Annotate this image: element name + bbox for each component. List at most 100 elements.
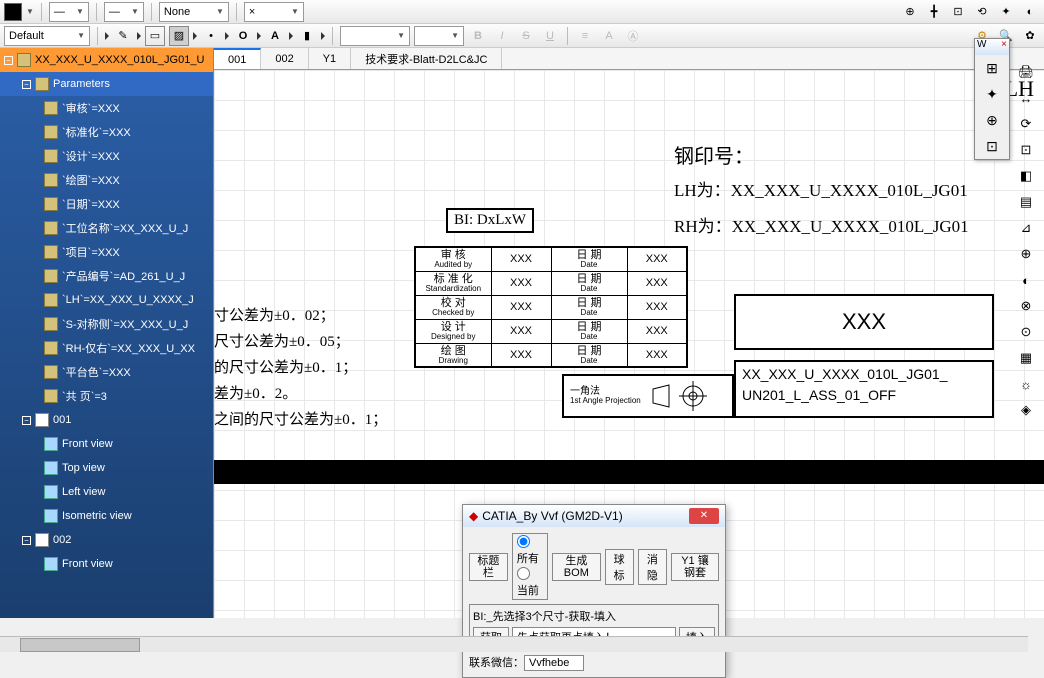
tree-param[interactable]: `RH-仅右`=XX_XXX_U_XX — [0, 336, 213, 360]
title-block: 审 核Audited byXXX日 期DateXXX标 准 化Standardi… — [414, 246, 688, 368]
tree-view[interactable]: Top view — [0, 456, 213, 480]
tb-icon[interactable]: ◈ — [1014, 398, 1038, 422]
tree-sheet[interactable]: −001 — [0, 408, 213, 432]
strike-icon[interactable]: S — [516, 26, 536, 46]
tree-param[interactable]: `审核`=XXX — [0, 96, 213, 120]
tree-param[interactable]: `平台色`=XXX — [0, 360, 213, 384]
close-icon[interactable]: × — [1001, 39, 1007, 55]
frame-icon[interactable]: Ⓐ — [623, 26, 643, 46]
tree-root[interactable]: −XX_XXX_U_XXXX_010L_JG01_U — [0, 48, 213, 72]
tree-view[interactable]: Left view — [0, 480, 213, 504]
panel-icon[interactable]: ⊡ — [975, 133, 1009, 159]
hide-button[interactable]: 消隐 — [638, 549, 667, 585]
hatched-icon[interactable]: ▨ — [169, 26, 189, 46]
circle-icon[interactable]: O — [233, 26, 253, 46]
tree-param[interactable]: `日期`=XXX — [0, 192, 213, 216]
dialog-titlebar[interactable]: ◆ CATIA_By Vvf (GM2D-V1) ✕ — [463, 505, 725, 527]
y1-button[interactable]: Y1 镶钢套 — [671, 553, 719, 581]
spec-tree[interactable]: −XX_XXX_U_XXXX_010L_JG01_U −Parameters `… — [0, 48, 213, 618]
close-button[interactable]: ✕ — [689, 508, 719, 524]
tool-icon[interactable]: ╋ — [924, 2, 944, 22]
tool-icon[interactable]: ◐ — [1020, 2, 1040, 22]
tool-icon[interactable]: ⊡ — [948, 2, 968, 22]
align-top-icon[interactable]: A — [599, 26, 619, 46]
tb-icon[interactable]: ⊙ — [1014, 320, 1038, 344]
tab-002[interactable]: 002 — [261, 48, 308, 69]
tree-parameters[interactable]: −Parameters — [0, 72, 213, 96]
tolerance-note: 尺寸公差为±0．05； — [214, 330, 350, 351]
tb-icon[interactable]: ⟳ — [1014, 112, 1038, 136]
layer-combo[interactable]: Default▼ — [4, 26, 90, 46]
dot-icon[interactable]: • — [201, 26, 221, 46]
tb-icon[interactable]: ▤ — [1014, 190, 1038, 214]
settings-icon[interactable]: ✿ — [1020, 26, 1040, 46]
tb-icon[interactable]: ⊕ — [1014, 242, 1038, 266]
tool-icon[interactable]: ⟲ — [972, 2, 992, 22]
tb-icon[interactable]: ◐ — [1014, 268, 1038, 292]
style-combo[interactable]: None▼ — [159, 2, 229, 22]
panel-icon[interactable]: ✦ — [975, 81, 1009, 107]
expand-icon[interactable] — [321, 32, 325, 40]
expand-icon[interactable] — [289, 32, 293, 40]
tree-param[interactable]: `项目`=XXX — [0, 240, 213, 264]
app-icon: ◆ — [469, 509, 478, 523]
tree-param[interactable]: `标准化`=XXX — [0, 120, 213, 144]
tree-view[interactable]: Front view — [0, 552, 213, 576]
tree-param[interactable]: `设计`=XXX — [0, 144, 213, 168]
tree-param[interactable]: `产品编号`=AD_261_U_J — [0, 264, 213, 288]
tb-icon[interactable]: 🖨 — [1014, 60, 1038, 84]
tree-view[interactable]: Isometric view — [0, 504, 213, 528]
tree-param[interactable]: `S-对称侧`=XX_XXX_U_J — [0, 312, 213, 336]
tree-param[interactable]: `工位名称`=XX_XXX_U_J — [0, 216, 213, 240]
panel-icon[interactable]: ⊞ — [975, 55, 1009, 81]
italic-icon[interactable]: I — [492, 26, 512, 46]
radio-current[interactable]: 当前 — [517, 571, 539, 597]
title-block-button[interactable]: 标题 栏 — [469, 553, 508, 581]
weight-combo[interactable]: —▼ — [49, 2, 89, 22]
tool-icon[interactable]: ✦ — [996, 2, 1016, 22]
text-icon[interactable]: A — [265, 26, 285, 46]
tree-sheet[interactable]: −002 — [0, 528, 213, 552]
linetype-combo[interactable]: —▼ — [104, 2, 144, 22]
balloon-button[interactable]: 球标 — [605, 549, 634, 585]
workspace-panel[interactable]: W× ⊞ ✦ ⊕ ⊡ — [974, 38, 1010, 160]
bold-icon[interactable]: B — [468, 26, 488, 46]
expand-icon[interactable] — [193, 32, 197, 40]
tree-view[interactable]: Front view — [0, 432, 213, 456]
bi-box: BI: DxLxW — [446, 208, 534, 233]
color-swatch[interactable] — [4, 3, 22, 21]
tb-icon[interactable]: ⊡ — [1014, 138, 1038, 162]
tab-y1[interactable]: Y1 — [309, 48, 351, 69]
tab-001[interactable]: 001 — [214, 48, 261, 69]
expand-icon[interactable] — [137, 32, 141, 40]
bom-button[interactable]: 生成 BOM — [552, 553, 601, 581]
align-left-icon[interactable]: ≡ — [575, 26, 595, 46]
rect-icon[interactable]: ▭ — [145, 26, 165, 46]
tree-param[interactable]: `共 页`=3 — [0, 384, 213, 408]
point-combo[interactable]: ×▼ — [244, 2, 304, 22]
pencil-icon[interactable]: ✎ — [113, 26, 133, 46]
expand-icon[interactable] — [225, 32, 229, 40]
tb-icon[interactable]: ⊗ — [1014, 294, 1038, 318]
panel-icon[interactable]: ⊕ — [975, 107, 1009, 133]
tb-icon[interactable]: ▦ — [1014, 346, 1038, 370]
tab-tech[interactable]: 技术要求-Blatt-D2LC&JC — [351, 48, 502, 69]
tree-param[interactable]: `绘图`=XXX — [0, 168, 213, 192]
font-combo[interactable]: ▼ — [340, 26, 410, 46]
tb-icon[interactable]: ↔ — [1014, 86, 1038, 110]
expand-icon[interactable] — [257, 32, 261, 40]
tb-icon[interactable]: ☼ — [1014, 372, 1038, 396]
tree-param[interactable]: `LH`=XX_XXX_U_XXXX_J — [0, 288, 213, 312]
part-info: XX_XXX_U_XXXX_010L_JG01_ UN201_L_ASS_01_… — [734, 360, 994, 418]
tool-icon[interactable]: ⊕ — [900, 2, 920, 22]
tb-icon[interactable]: ◧ — [1014, 164, 1038, 188]
horizontal-scrollbar[interactable] — [0, 636, 1028, 652]
radio-all[interactable]: 所有 — [517, 539, 539, 565]
project-name: XXX — [734, 294, 994, 350]
dropdown-arrow-icon[interactable]: ▼ — [26, 7, 34, 16]
underline-icon[interactable]: U — [540, 26, 560, 46]
expand-icon[interactable] — [105, 32, 109, 40]
nav-icon[interactable]: ▮ — [297, 26, 317, 46]
tb-icon[interactable]: ⊿ — [1014, 216, 1038, 240]
size-combo[interactable]: ▼ — [414, 26, 464, 46]
